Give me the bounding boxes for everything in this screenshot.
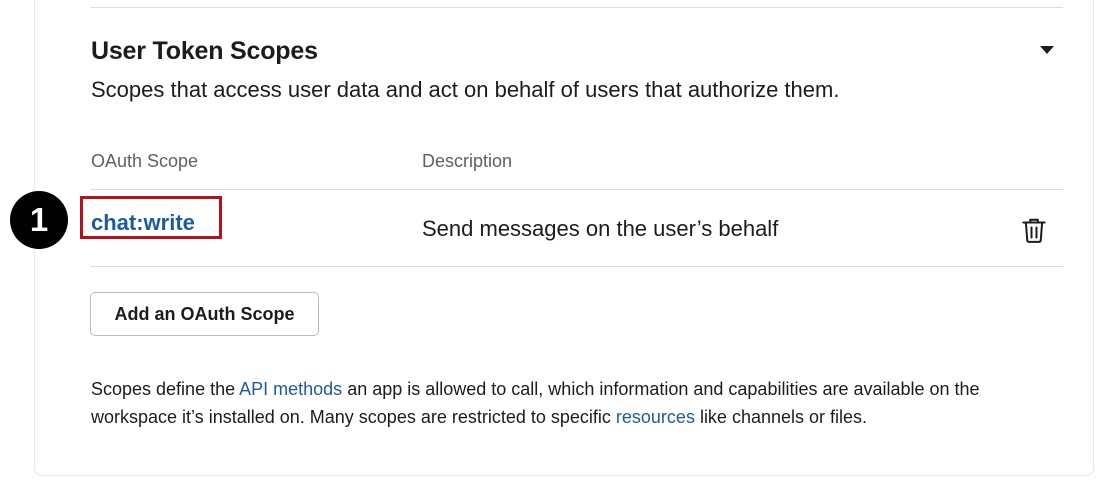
resources-link[interactable]: resources bbox=[616, 407, 695, 427]
step-callout-badge: 1 bbox=[10, 191, 68, 249]
collapse-caret-icon[interactable] bbox=[1040, 46, 1054, 54]
help-text-part-1: Scopes define the bbox=[91, 379, 240, 399]
section-title: User Token Scopes bbox=[91, 37, 318, 65]
scope-link-chat-write[interactable]: chat:write bbox=[91, 210, 195, 236]
table-header-divider bbox=[90, 189, 1063, 190]
scopes-help-text: Scopes define the API methods an app is … bbox=[91, 375, 1066, 431]
top-divider bbox=[90, 7, 1063, 8]
scope-description: Send messages on the user’s behalf bbox=[422, 216, 779, 241]
add-oauth-scope-button[interactable]: Add an OAuth Scope bbox=[90, 292, 319, 336]
help-text-part-3: like channels or files. bbox=[694, 407, 868, 427]
table-row-divider bbox=[90, 266, 1063, 267]
section-subtitle: Scopes that access user data and act on … bbox=[91, 77, 840, 102]
column-header-oauth-scope: OAuth Scope bbox=[91, 151, 199, 171]
api-methods-link[interactable]: API methods bbox=[239, 379, 342, 399]
column-header-description: Description bbox=[422, 151, 513, 171]
trash-icon[interactable] bbox=[1019, 215, 1049, 245]
